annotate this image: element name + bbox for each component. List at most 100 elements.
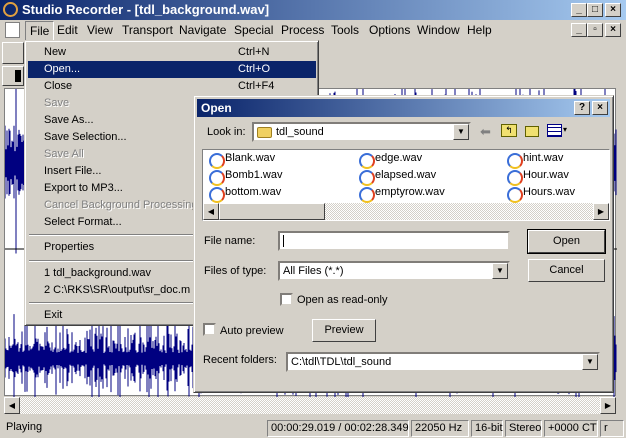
files-of-type-select[interactable]: All Files (*.*) ▼ [278, 261, 510, 281]
status-rate: 22050 Hz [411, 420, 469, 437]
recent-folders-label: Recent folders: [203, 354, 277, 366]
file-item[interactable]: hint.wav [505, 152, 563, 169]
file-item[interactable]: Hour.wav [505, 169, 569, 186]
file-list[interactable]: ◀ ▶ Blank.wav Bomb1.wav bottom.wav edge.wav… [202, 149, 610, 221]
menu-item-label: Open... [44, 63, 81, 75]
menu-window[interactable]: Window [417, 23, 460, 37]
folder-icon [257, 127, 272, 138]
scroll-right-button[interactable]: ▶ [600, 397, 616, 414]
chevron-down-icon[interactable]: ▼ [453, 124, 469, 140]
look-in-label: Look in: [207, 126, 246, 138]
file-item[interactable]: elapsed.wav [357, 169, 436, 186]
chevron-down-icon[interactable]: ▼ [582, 354, 598, 370]
close-button[interactable]: × [605, 3, 621, 17]
doc-close-button[interactable]: × [605, 23, 621, 37]
menu-file[interactable]: File [25, 21, 55, 41]
status-channels: Stereo [505, 420, 542, 437]
file-item[interactable]: Blank.wav [207, 152, 275, 169]
status-bits: 16-bit [471, 420, 503, 437]
menu-item-shortcut: Ctrl+O [238, 63, 271, 75]
menu-item-shortcut: Ctrl+N [238, 46, 270, 58]
scroll-left-button[interactable]: ◀ [203, 203, 219, 220]
file-item[interactable]: bottom.wav [207, 186, 281, 203]
file-name-input[interactable] [278, 231, 510, 251]
menu-options[interactable]: Options [369, 23, 410, 37]
toolbar-button[interactable] [2, 66, 24, 86]
recent-folders-value: C:\tdl\TDL\tdl_sound [291, 356, 392, 368]
toolbar-button[interactable] [2, 42, 24, 64]
read-only-label: Open as read-only [297, 294, 388, 306]
open-button[interactable]: Open [527, 229, 606, 254]
dialog-title: Open [201, 101, 232, 115]
help-button[interactable]: ? [574, 101, 590, 115]
doc-restore-button[interactable]: ▫ [587, 23, 603, 37]
scroll-left-button[interactable]: ◀ [4, 397, 20, 414]
menu-bar: File Edit View Transport Navigate Specia… [0, 20, 626, 41]
menu-transport[interactable]: Transport [122, 23, 173, 37]
status-bar: Playing 00:00:29.019 / 00:02:28.349 2205… [0, 418, 626, 438]
menu-navigate[interactable]: Navigate [179, 23, 226, 37]
cancel-button[interactable]: Cancel [528, 259, 605, 282]
new-folder-icon[interactable] [525, 126, 539, 137]
status-extra: r [600, 420, 624, 437]
view-menu-icon[interactable] [547, 124, 562, 137]
menu-item-label: Properties [44, 241, 95, 253]
menu-item-label: Export to MP3... [44, 182, 123, 194]
menu-view[interactable]: View [87, 23, 113, 37]
file-item[interactable]: emptyrow.wav [357, 186, 445, 203]
title-bar: Studio Recorder - [tdl_background.wav] _… [0, 0, 626, 20]
menu-process[interactable]: Process [281, 23, 324, 37]
file-item[interactable]: Bomb1.wav [207, 169, 282, 186]
maximize-button[interactable]: □ [587, 3, 603, 17]
menu-item-label: Save [44, 97, 70, 109]
menu-item[interactable]: Open... Ctrl+O [28, 61, 316, 78]
look-in-select[interactable]: tdl_sound ▼ [252, 122, 471, 142]
menu-item[interactable]: Close Ctrl+F4 [28, 78, 316, 95]
menu-item[interactable]: New Ctrl+N [28, 44, 316, 61]
auto-preview-label: Auto preview [220, 325, 284, 337]
status-time: 00:00:29.019 / 00:02:28.349 [267, 420, 409, 437]
menu-item-label: Cancel Background Processing [44, 199, 198, 211]
chevron-down-icon[interactable]: ▾ [563, 125, 567, 134]
files-of-type-value: All Files (*.*) [283, 265, 344, 277]
app-icon [3, 2, 18, 17]
dialog-title-bar: Open ? × [197, 99, 610, 117]
look-in-value: tdl_sound [276, 126, 324, 138]
dialog-close-button[interactable]: × [592, 101, 608, 115]
menu-item-shortcut: Ctrl+F4 [238, 80, 275, 92]
read-only-checkbox[interactable] [280, 293, 293, 306]
doc-icon [5, 22, 20, 38]
up-folder-icon[interactable]: ↰ [501, 124, 517, 137]
menu-item-label: Save Selection... [44, 131, 127, 143]
menu-item-label: 1 tdl_background.wav [44, 267, 152, 279]
menu-item-label: Insert File... [44, 165, 102, 177]
minimize-button[interactable]: _ [571, 3, 587, 17]
menu-help[interactable]: Help [467, 23, 492, 37]
back-icon[interactable]: ⬅ [480, 124, 491, 140]
menu-item-label: Exit [44, 309, 63, 321]
file-list-scrollbar[interactable]: ◀ ▶ [203, 203, 609, 220]
open-dialog: Open ? × Look in: tdl_sound ▼ ⬅ ↰ ▾ ◀ ▶ … [193, 95, 614, 393]
menu-item-label: Select Format... [44, 216, 122, 228]
menu-special[interactable]: Special [234, 23, 273, 37]
status-state: Playing [6, 421, 43, 433]
chevron-down-icon[interactable]: ▼ [492, 263, 508, 279]
file-item[interactable]: Hours.wav [505, 186, 575, 203]
scroll-thumb[interactable] [219, 203, 325, 220]
file-name-label: File name: [204, 235, 256, 247]
menu-tools[interactable]: Tools [331, 23, 359, 37]
doc-minimize-button[interactable]: _ [571, 23, 587, 37]
menu-item-label: Save As... [44, 114, 94, 126]
file-item[interactable]: edge.wav [357, 152, 422, 169]
preview-button[interactable]: Preview [312, 319, 376, 342]
recent-folders-select[interactable]: C:\tdl\TDL\tdl_sound ▼ [286, 352, 600, 372]
menu-item-label: 2 C:\RKS\SR\output\sr_doc.m [44, 284, 191, 296]
menu-item-label: Close [44, 80, 73, 92]
auto-preview-checkbox[interactable] [203, 323, 216, 336]
scroll-right-button[interactable]: ▶ [593, 203, 609, 220]
menu-edit[interactable]: Edit [57, 23, 78, 37]
horizontal-scrollbar[interactable]: ◀ ▶ [4, 397, 616, 414]
status-offset: +0000 CT [544, 420, 598, 437]
window-title: Studio Recorder - [tdl_background.wav] [22, 2, 270, 17]
menu-item-label: New [44, 46, 67, 58]
